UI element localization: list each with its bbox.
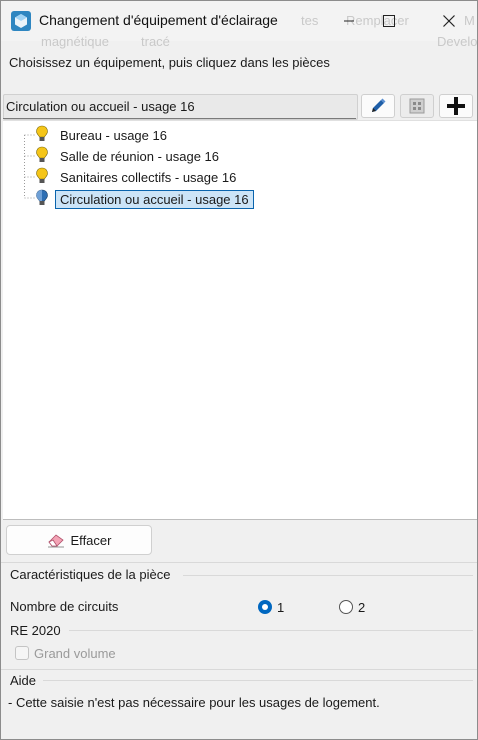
maximize-icon xyxy=(383,15,395,27)
background-ghost-text: magnétique xyxy=(41,34,109,49)
lightbulb-yellow-icon xyxy=(36,125,48,141)
tree-item[interactable]: Sanitaires collectifs - usage 16 xyxy=(55,167,241,187)
edit-button[interactable] xyxy=(361,94,395,118)
circuit-radio-1[interactable] xyxy=(258,600,272,614)
tree-item-label: Salle de réunion - usage 16 xyxy=(60,148,220,164)
divider xyxy=(183,575,473,576)
circuits-label: Nombre de circuits xyxy=(10,599,119,614)
equipment-selector[interactable]: Circulation ou accueil - usage 16 xyxy=(3,94,358,120)
close-icon xyxy=(443,15,455,27)
tree-connector-lines xyxy=(24,134,35,199)
circuit-option-label: 1 xyxy=(277,600,285,615)
title-bar: tes Remplacer M magnétique tracé Develo … xyxy=(1,1,477,49)
room-section-title: Caractéristiques de la pièce xyxy=(10,567,171,582)
circuit-radio-2[interactable] xyxy=(339,600,353,614)
grand-volume-checkbox[interactable] xyxy=(15,646,29,660)
selector-underline xyxy=(3,118,356,119)
maximize-button[interactable] xyxy=(367,1,411,41)
add-button[interactable] xyxy=(439,94,473,118)
dialog-window: tes Remplacer M magnétique tracé Develo … xyxy=(0,0,478,740)
selector-value: Circulation ou accueil - usage 16 xyxy=(6,99,195,114)
eraser-icon xyxy=(47,534,64,548)
tree-item-selected[interactable]: Circulation ou accueil - usage 16 xyxy=(55,189,254,209)
equipment-tree[interactable]: Bureau - usage 16 Salle de réunion - usa… xyxy=(3,120,477,520)
pencil-icon xyxy=(372,98,386,112)
lightbulb-blue-icon xyxy=(36,189,48,205)
lightbulb-yellow-icon xyxy=(36,167,48,183)
lightbulb-yellow-icon xyxy=(36,146,48,162)
tree-item-label: Sanitaires collectifs - usage 16 xyxy=(60,169,237,185)
instruction-text: Choisissez un équipement, puis cliquez d… xyxy=(9,55,330,70)
grid-button[interactable] xyxy=(400,94,434,118)
grid-icon xyxy=(409,98,425,114)
divider xyxy=(1,562,477,563)
minimize-button[interactable] xyxy=(327,1,371,41)
erase-button-label: Effacer xyxy=(70,532,112,548)
help-text: - Cette saisie n'est pas nécessaire pour… xyxy=(8,695,380,710)
divider xyxy=(43,680,473,681)
help-section-title: Aide xyxy=(10,673,37,688)
grand-volume-label: Grand volume xyxy=(34,646,116,661)
tree-item[interactable]: Bureau - usage 16 xyxy=(55,125,172,145)
window-title: Changement d'équipement d'éclairage xyxy=(39,12,278,28)
erase-button[interactable]: Effacer xyxy=(6,525,152,555)
minimize-icon xyxy=(344,20,354,22)
close-button[interactable] xyxy=(427,1,471,41)
background-ghost-text: tracé xyxy=(141,34,170,49)
app-icon xyxy=(11,11,31,31)
re2020-section-title: RE 2020 xyxy=(10,623,61,638)
divider xyxy=(1,669,477,670)
circuit-option-label: 2 xyxy=(358,600,366,615)
tree-item-label: Bureau - usage 16 xyxy=(60,127,167,143)
plus-icon xyxy=(447,97,465,115)
divider xyxy=(69,630,473,631)
tree-item[interactable]: Salle de réunion - usage 16 xyxy=(55,146,224,166)
background-ghost-text: tes xyxy=(301,13,319,28)
tree-item-label: Circulation ou accueil - usage 16 xyxy=(55,189,254,209)
